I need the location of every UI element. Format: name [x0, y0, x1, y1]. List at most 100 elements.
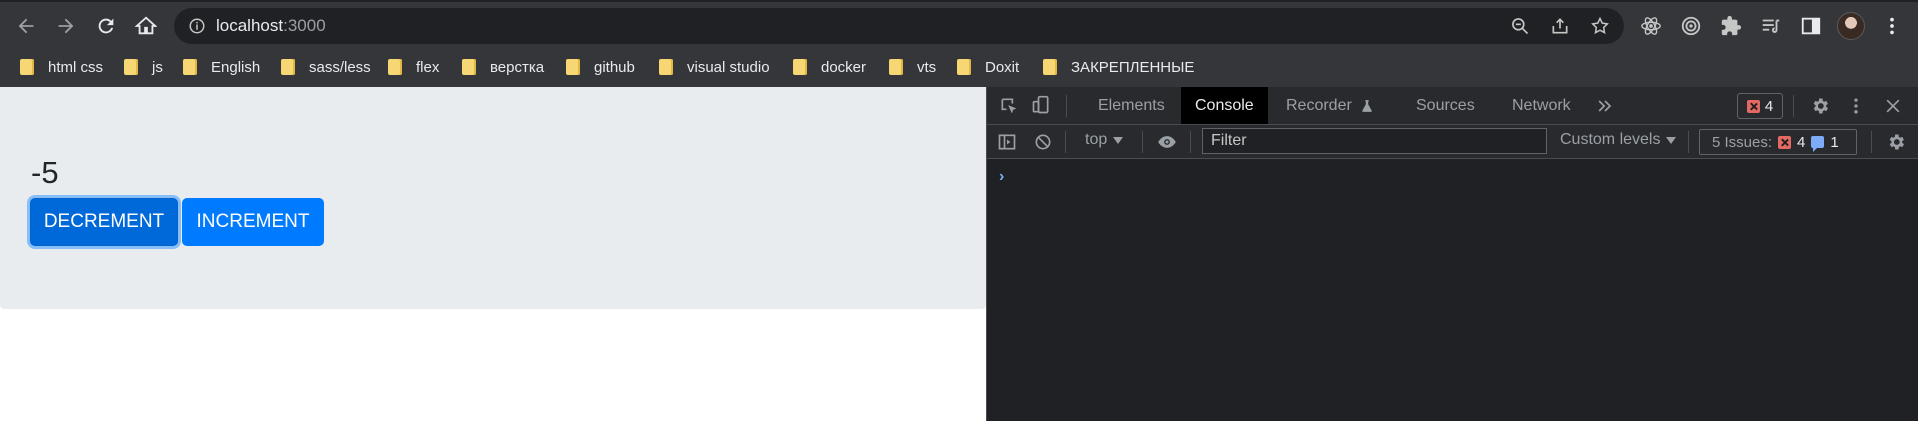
profile-avatar[interactable]: [1837, 12, 1865, 40]
folder-icon: [281, 59, 295, 75]
folder-icon: [124, 59, 138, 75]
bookmark-folder[interactable]: верстка: [462, 56, 544, 78]
console-prompt[interactable]: ›: [999, 168, 1004, 186]
tab-console[interactable]: Console: [1181, 87, 1268, 124]
log-levels-dropdown[interactable]: Custom levels: [1560, 131, 1677, 149]
inspect-element-icon[interactable]: [999, 96, 1019, 116]
reading-list-icon[interactable]: [1760, 15, 1782, 37]
tab-label: Recorder: [1286, 96, 1352, 114]
issues-label: 5 Issues:: [1712, 133, 1773, 151]
zoom-icon[interactable]: [1510, 16, 1530, 36]
tab-elements[interactable]: Elements: [1084, 87, 1179, 124]
counter-value: -5: [31, 155, 59, 190]
react-devtools-icon[interactable]: [1640, 15, 1662, 37]
tab-label: Elements: [1098, 96, 1165, 114]
eye-icon[interactable]: [1157, 132, 1177, 152]
folder-icon: [793, 59, 807, 75]
separator: [1066, 95, 1067, 117]
tab-network[interactable]: Network: [1498, 87, 1585, 124]
page-viewport: -5 DECREMENT INCREMENT: [0, 87, 986, 421]
tab-label: Console: [1195, 96, 1254, 114]
bookmark-folder[interactable]: sass/less: [281, 56, 371, 78]
issues-button[interactable]: 5 Issues: 4 1: [1699, 129, 1857, 155]
sidebar-toggle-icon[interactable]: [997, 132, 1017, 152]
separator: [1142, 131, 1143, 153]
bookmark-folder[interactable]: flex: [388, 56, 439, 78]
bookmark-label: docker: [821, 58, 867, 76]
bookmark-folder[interactable]: js: [124, 56, 163, 78]
flask-icon: [1362, 99, 1372, 112]
bookmark-folder[interactable]: Doxit: [957, 56, 1019, 78]
bookmark-label: vts: [917, 58, 937, 76]
menu-icon[interactable]: [1881, 15, 1903, 37]
share-icon[interactable]: [1550, 16, 1570, 36]
kebab-menu-icon[interactable]: [1846, 96, 1866, 116]
bookmarks-bar: html css js English sass/less flex верст…: [0, 48, 1918, 87]
address-bar[interactable]: localhost:3000: [174, 8, 1624, 44]
separator: [1065, 131, 1066, 153]
target-icon[interactable]: [1680, 15, 1702, 37]
info-icon[interactable]: [188, 17, 206, 35]
error-icon: [1746, 99, 1760, 113]
extensions-icon[interactable]: [1720, 15, 1742, 37]
bookmark-folder[interactable]: ЗАКРЕПЛЕННЫЕ: [1043, 56, 1194, 78]
error-counter-badge[interactable]: 4: [1737, 93, 1783, 119]
back-icon: [18, 18, 34, 34]
bookmark-label: Doxit: [985, 58, 1020, 76]
decrement-button[interactable]: DECREMENT: [30, 198, 178, 246]
folder-icon: [388, 59, 402, 75]
bookmark-label: html css: [48, 58, 104, 76]
url-host: localhost: [216, 16, 284, 35]
separator: [1871, 131, 1872, 153]
folder-icon: [462, 59, 476, 75]
device-toolbar-icon[interactable]: [1031, 95, 1051, 115]
separator: [1793, 95, 1794, 117]
more-tabs-icon[interactable]: [1595, 96, 1615, 116]
folder-icon: [183, 59, 197, 75]
folder-icon: [659, 59, 673, 75]
increment-button[interactable]: INCREMENT: [182, 198, 324, 246]
settings-gear-icon[interactable]: [1810, 96, 1830, 116]
devtools-panel: Elements Console Recorder Sources Networ…: [986, 87, 1918, 421]
url-port: :3000: [283, 16, 326, 35]
reload-icon: [98, 18, 114, 34]
folder-icon: [957, 59, 971, 75]
close-icon[interactable]: [1883, 96, 1903, 116]
reload-button[interactable]: [90, 10, 122, 42]
dropdown-arrow-icon: [1666, 136, 1677, 144]
folder-icon: [566, 59, 580, 75]
bookmark-folder[interactable]: English: [183, 56, 260, 78]
bookmark-folder[interactable]: vts: [889, 56, 936, 78]
home-icon: [135, 16, 157, 35]
bookmark-folder[interactable]: github: [566, 56, 635, 78]
bookmark-folder[interactable]: visual studio: [659, 56, 770, 78]
tab-label: Network: [1512, 96, 1571, 114]
context-selector[interactable]: top: [1085, 131, 1124, 149]
home-button[interactable]: [130, 10, 162, 42]
bookmark-label: github: [594, 58, 635, 76]
bookmark-label: js: [152, 58, 163, 76]
devtools-tab-bar: Elements Console Recorder Sources Networ…: [987, 87, 1918, 125]
separator: [1190, 131, 1191, 153]
info-message-icon: [1811, 136, 1825, 152]
context-label: top: [1085, 131, 1108, 148]
back-button[interactable]: [10, 10, 42, 42]
tab-recorder[interactable]: Recorder: [1272, 87, 1388, 124]
clear-console-icon[interactable]: [1033, 132, 1053, 152]
forward-button[interactable]: [50, 10, 82, 42]
filter-input[interactable]: [1202, 128, 1547, 154]
bookmark-folder[interactable]: html css: [20, 56, 103, 78]
bookmark-folder[interactable]: docker: [793, 56, 866, 78]
folder-icon: [20, 59, 34, 75]
console-toolbar: top Custom levels 5 Issues: 4 1: [987, 125, 1918, 159]
bookmark-label: visual studio: [687, 58, 770, 76]
bookmark-label: flex: [416, 58, 440, 76]
side-panel-icon[interactable]: [1800, 15, 1822, 37]
console-settings-icon[interactable]: [1886, 132, 1906, 152]
url-text[interactable]: localhost:3000: [216, 16, 326, 36]
bookmark-star-icon[interactable]: [1590, 16, 1610, 36]
folder-icon: [889, 59, 903, 75]
issues-info-count: 1: [1830, 133, 1839, 151]
forward-icon: [58, 18, 74, 34]
tab-sources[interactable]: Sources: [1402, 87, 1489, 124]
